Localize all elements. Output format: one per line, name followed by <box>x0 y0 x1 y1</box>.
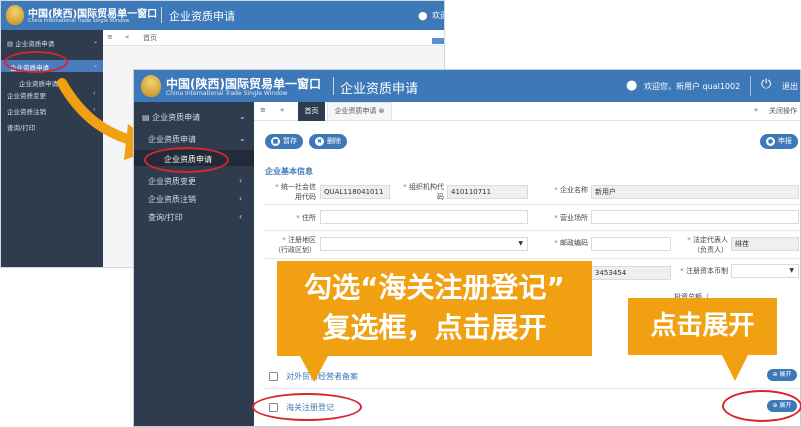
submit-button[interactable]: ● 申报 <box>760 134 798 149</box>
header-divider <box>750 76 751 96</box>
trash-icon: ✖ <box>315 137 324 146</box>
close-icon[interactable]: ⊗ <box>379 107 385 115</box>
logout-link[interactable]: 退出 <box>782 81 798 92</box>
district-label: * 注册地区 （行政区划） <box>274 236 316 254</box>
chevron-left-icon: ‹ <box>239 194 243 203</box>
tutorial-screenshot: 中国(陕西)国际贸易单一窗口 China International Trade… <box>0 0 801 427</box>
tab-home[interactable]: 首页 <box>298 102 325 121</box>
org-code-label: * 组织机构代码 <box>403 183 444 201</box>
delete-button[interactable]: ✖ 删除 <box>309 134 347 149</box>
front-sidebar-item-cancel[interactable]: 企业资质注销 <box>148 194 196 205</box>
instruction-callout-expand: 点击展开 <box>628 298 777 355</box>
front-sidebar-item-apply[interactable]: 企业资质申请 <box>148 134 196 145</box>
front-welcome-text: 欢迎您，新用户 qual1002 <box>644 82 741 91</box>
legal-rep-label: * 法定代表人 （负责人） <box>687 236 728 254</box>
chevron-down-icon: ⌄ <box>239 134 246 143</box>
emblem-logo-icon <box>141 75 161 97</box>
power-icon[interactable]: ⏻ <box>761 77 771 92</box>
front-window: 中国(陕西)国际贸易单一窗口 China International Trade… <box>133 69 801 427</box>
folder-icon: ▤ <box>142 113 150 122</box>
callout-pointer <box>722 355 748 381</box>
address-field[interactable] <box>320 210 528 224</box>
menu-icon[interactable]: ≡ <box>260 106 266 114</box>
highlight-ring-expand <box>722 390 801 422</box>
double-right-icon[interactable]: » <box>754 106 758 114</box>
expand-foreign-trade-button[interactable]: ⊕ 展开 <box>767 369 797 381</box>
row-divider <box>264 258 800 259</box>
phone-field[interactable]: 3453454 <box>591 266 671 280</box>
save-draft-button[interactable]: ■ 暂存 <box>265 134 303 149</box>
credit-code-label: * 统一社会信 用代码 <box>275 183 316 201</box>
caret-down-icon: ▼ <box>518 240 523 247</box>
front-sidebar-item-change[interactable]: 企业资质变更 <box>148 176 196 187</box>
postcode-field[interactable] <box>591 237 671 251</box>
section-title: 企业基本信息 <box>265 167 313 176</box>
credit-code-field[interactable]: QUAL118041011 <box>320 185 390 199</box>
front-tab-bar: ≡ « 首页 企业资质申请 ⊗ » 关闭操作 <box>254 102 800 121</box>
chevron-down-icon: ⌄ <box>239 112 246 121</box>
postcode-label: * 邮政编码 <box>554 239 588 247</box>
chevron-left-icon: ‹ <box>239 176 243 185</box>
district-select[interactable]: ▼ <box>320 237 528 251</box>
front-app-subtitle: China International Trade Single Window <box>166 90 288 97</box>
registered-capital-select[interactable]: ▼ <box>731 264 799 278</box>
business-address-field[interactable] <box>591 210 799 224</box>
tab-current[interactable]: 企业资质申请 ⊗ <box>327 102 392 121</box>
business-address-label: * 营业场所 <box>554 214 588 222</box>
double-left-icon[interactable]: « <box>280 106 284 114</box>
instruction-callout-main: 勾选“海关注册登记” 复选框，点击展开 <box>277 261 592 356</box>
row-divider <box>264 388 800 389</box>
close-all-tabs[interactable]: 关闭操作 <box>769 106 797 116</box>
foreign-trade-checkbox[interactable] <box>269 372 278 381</box>
front-page-title: 企业资质申请 <box>340 82 419 97</box>
front-header: 中国(陕西)国际贸易单一窗口 China International Trade… <box>134 70 800 102</box>
highlight-ring-back-sidebar <box>4 51 68 73</box>
chevron-left-icon: ‹ <box>239 212 243 221</box>
row-divider <box>264 230 800 231</box>
header-divider <box>333 77 334 95</box>
user-icon[interactable]: ● <box>626 78 637 93</box>
company-name-label: * 企业名称 <box>554 186 588 194</box>
legal-rep-field[interactable]: 绯荏 <box>731 237 799 251</box>
front-sidebar-group[interactable]: ▤ 企业资质申请 <box>142 112 200 123</box>
save-icon: ■ <box>271 137 280 146</box>
registered-capital-label: * 注册资本币制 <box>680 267 728 275</box>
caret-down-icon: ▼ <box>789 267 794 274</box>
chevron-down-icon: ⊕ <box>772 371 778 378</box>
org-code-field[interactable]: 410110711 <box>447 185 528 199</box>
highlight-ring-checkbox <box>252 393 362 421</box>
callout-pointer <box>300 356 328 382</box>
company-name-field[interactable]: 新用户 <box>591 185 799 199</box>
row-divider <box>264 204 800 205</box>
highlight-ring-front-sidebar <box>144 147 229 173</box>
address-label: * 住所 <box>296 214 316 222</box>
front-sidebar-item-query[interactable]: 查询/打印 <box>148 212 183 223</box>
user-icon: ● <box>766 137 775 146</box>
